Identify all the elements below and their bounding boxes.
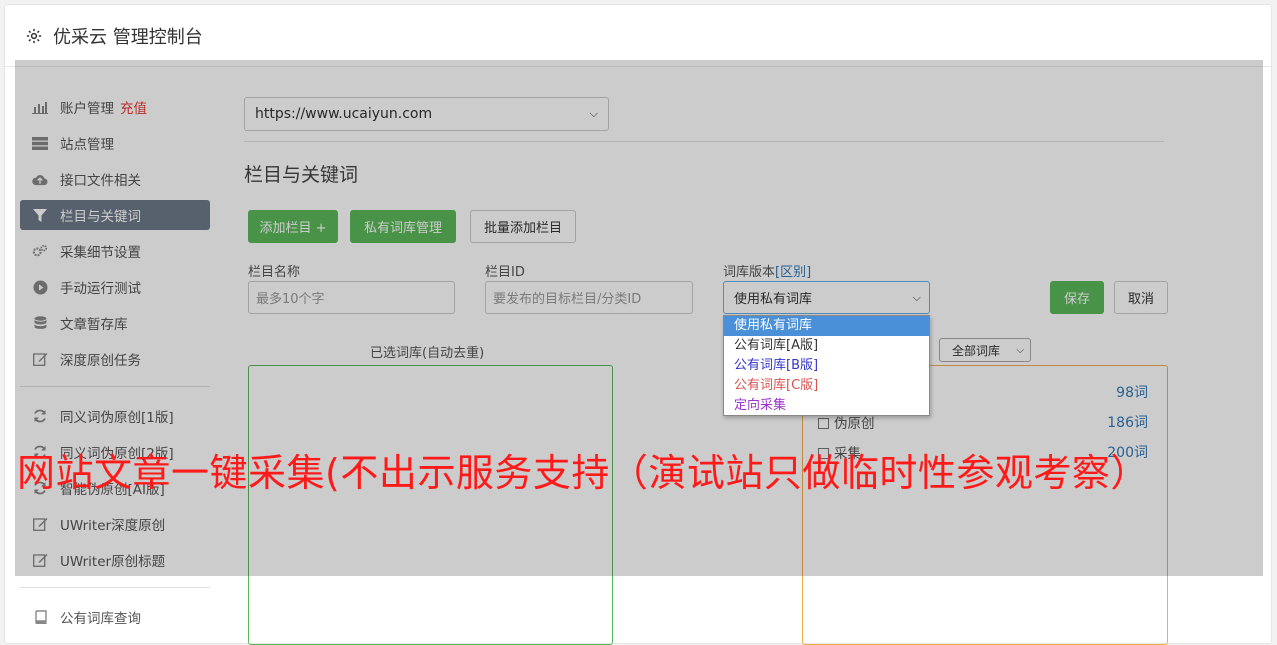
lib-filter-select[interactable]: 全部词库 ⌵ bbox=[939, 338, 1031, 362]
sidebar-item-sites[interactable]: 站点管理 bbox=[20, 128, 210, 158]
sidebar-item-columns-keywords[interactable]: 栏目与关键词 bbox=[20, 200, 210, 230]
page-title: 优采云 管理控制台 bbox=[53, 26, 203, 48]
private-lib-button[interactable]: 私有词库管理 bbox=[350, 210, 456, 243]
gear-icon bbox=[26, 28, 42, 43]
column-name-label: 栏目名称 bbox=[248, 265, 301, 280]
sidebar-item-synonym-v1[interactable]: 同义词伪原创[1版] bbox=[20, 401, 210, 431]
sidebar-item-label: 账户管理 bbox=[60, 101, 114, 117]
bar-chart-icon bbox=[32, 100, 48, 114]
sidebar-item-article-storage[interactable]: 文章暂存库 bbox=[20, 308, 210, 338]
play-circle-icon bbox=[32, 280, 48, 294]
database-icon bbox=[32, 315, 48, 330]
section-title: 栏目与关键词 bbox=[244, 164, 359, 186]
server-icon bbox=[32, 136, 48, 150]
chevron-down-icon: ⌵ bbox=[589, 107, 598, 120]
sidebar-item-label: UWriter深度原创 bbox=[60, 518, 166, 534]
dropdown-option-targeted[interactable]: 定向采集 bbox=[724, 396, 929, 416]
sidebar-item-uwriter-title[interactable]: UWriter原创标题 bbox=[20, 545, 210, 575]
sidebar: 账户管理 充值 站点管理 接口文件相关 栏目与关键词 采集细节设置 手动运行测试 bbox=[20, 92, 210, 638]
sidebar-divider bbox=[20, 587, 210, 588]
cogs-icon bbox=[32, 244, 48, 258]
lib-row-label: 伪原创 bbox=[834, 416, 875, 432]
dropdown-option-public-c[interactable]: 公有词库[C版] bbox=[724, 376, 929, 396]
lib-version-select[interactable]: 使用私有词库 ⌵ bbox=[723, 281, 930, 314]
site-select-value: https://www.ucaiyun.com bbox=[255, 106, 433, 122]
filter-icon bbox=[32, 208, 48, 222]
sidebar-item-deep-original[interactable]: 深度原创任务 bbox=[20, 344, 210, 374]
selected-lib-label: 已选词库(自动去重) bbox=[370, 346, 485, 361]
selected-lib-panel[interactable] bbox=[248, 365, 613, 645]
sidebar-item-label: 采集细节设置 bbox=[60, 245, 141, 261]
sidebar-item-uwriter-deep[interactable]: UWriter深度原创 bbox=[20, 509, 210, 539]
chevron-down-icon: ⌵ bbox=[1016, 344, 1024, 356]
lib-count: 186词 bbox=[1107, 415, 1148, 431]
column-id-label: 栏目ID bbox=[485, 265, 525, 280]
sidebar-item-label: 接口文件相关 bbox=[60, 173, 141, 189]
sidebar-item-label: 栏目与关键词 bbox=[60, 209, 141, 225]
sidebar-item-manual-run[interactable]: 手动运行测试 bbox=[20, 272, 210, 302]
sidebar-item-label: 同义词伪原创[1版] bbox=[60, 410, 174, 426]
sidebar-item-label: 深度原创任务 bbox=[60, 353, 141, 369]
sidebar-item-collect-settings[interactable]: 采集细节设置 bbox=[20, 236, 210, 266]
sidebar-divider bbox=[20, 386, 210, 387]
column-id-input[interactable]: 要发布的目标栏目/分类ID bbox=[485, 281, 693, 314]
lib-filter-value: 全部词库 bbox=[952, 343, 1001, 358]
lib-checkbox[interactable] bbox=[818, 418, 829, 429]
lib-version-label-text: 词库版本 bbox=[723, 265, 776, 280]
watermark-banner: 网站文章一键采集(不出示服务支持（演试站只做临时性参观考察） bbox=[17, 451, 1149, 495]
lib-version-diff-link[interactable]: [区别] bbox=[775, 265, 811, 280]
edit-icon bbox=[32, 553, 48, 567]
save-button[interactable]: 保存 bbox=[1050, 281, 1104, 314]
refresh-icon bbox=[32, 409, 48, 423]
dropdown-option-public-b[interactable]: 公有词库[B版] bbox=[724, 356, 929, 376]
chevron-down-icon: ⌵ bbox=[912, 290, 921, 304]
top-bar: 优采云 管理控制台 bbox=[5, 5, 1271, 67]
sidebar-item-label: 站点管理 bbox=[60, 137, 114, 153]
edit-icon bbox=[32, 352, 48, 366]
lib-count: 98词 bbox=[1116, 385, 1148, 401]
dropdown-option-private[interactable]: 使用私有词库 bbox=[724, 316, 929, 336]
sidebar-item-label: UWriter原创标题 bbox=[60, 554, 166, 570]
sidebar-item-account[interactable]: 账户管理 充值 bbox=[20, 92, 210, 122]
book-icon bbox=[32, 610, 48, 624]
column-name-input[interactable]: 最多10个字 bbox=[248, 281, 455, 314]
add-column-button[interactable]: 添加栏目 + bbox=[248, 210, 338, 243]
sidebar-item-label: 文章暂存库 bbox=[60, 317, 128, 333]
recharge-link[interactable]: 充值 bbox=[120, 97, 147, 117]
lib-version-value: 使用私有词库 bbox=[734, 292, 813, 307]
sidebar-item-interface[interactable]: 接口文件相关 bbox=[20, 164, 210, 194]
divider bbox=[244, 141, 1164, 142]
site-select[interactable]: https://www.ucaiyun.com ⌵ bbox=[244, 97, 609, 131]
cloud-upload-icon bbox=[32, 172, 48, 186]
sidebar-item-public-lib-query[interactable]: 公有词库查询 bbox=[20, 602, 210, 632]
sidebar-item-label: 手动运行测试 bbox=[60, 281, 141, 297]
edit-icon bbox=[32, 517, 48, 531]
batch-add-column-button[interactable]: 批量添加栏目 bbox=[470, 210, 576, 243]
dropdown-option-public-a[interactable]: 公有词库[A版] bbox=[724, 336, 929, 356]
sidebar-item-label: 公有词库查询 bbox=[60, 611, 141, 627]
cancel-button[interactable]: 取消 bbox=[1114, 281, 1168, 314]
lib-version-label: 词库版本[区别] bbox=[723, 261, 811, 280]
lib-version-dropdown: 使用私有词库 公有词库[A版] 公有词库[B版] 公有词库[C版] 定向采集 bbox=[723, 315, 930, 416]
